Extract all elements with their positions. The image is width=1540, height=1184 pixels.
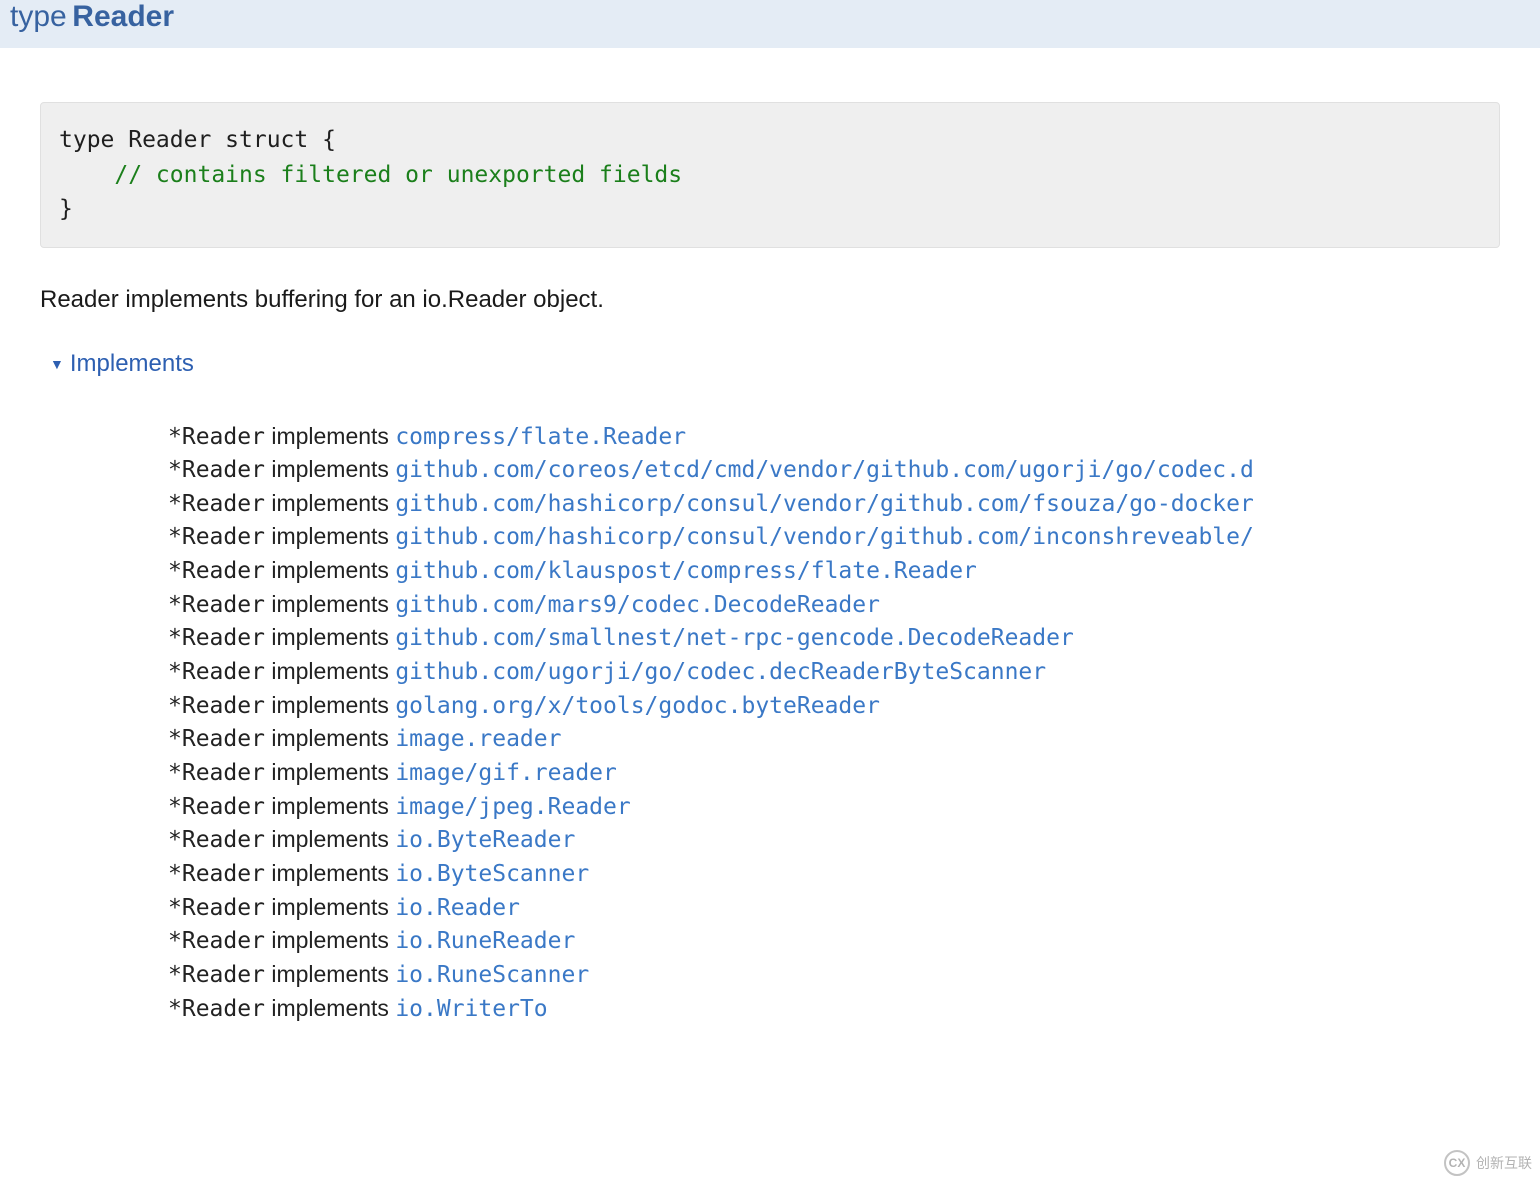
type-definition-code: type Reader struct { // contains filtere… [40,102,1500,248]
implements-row: *Reader implements github.com/hashicorp/… [168,487,1500,521]
implements-row: *Reader implements image.reader [168,722,1500,756]
interface-link[interactable]: image/jpeg.Reader [395,794,630,820]
implements-row: *Reader implements golang.org/x/tools/go… [168,689,1500,723]
star-type: *Reader [168,424,265,450]
type-keyword: type [10,0,67,33]
implements-keyword: implements [265,995,395,1021]
implements-keyword: implements [265,759,395,785]
implements-row: *Reader implements github.com/klauspost/… [168,554,1500,588]
code-line-1: type Reader struct { [59,127,336,153]
implements-keyword: implements [265,423,395,449]
interface-link[interactable]: image.reader [395,726,561,752]
interface-link[interactable]: compress/flate.Reader [395,424,686,450]
type-header: type Reader [0,0,1540,48]
type-description: Reader implements buffering for an io.Re… [40,286,1500,314]
interface-link[interactable]: github.com/hashicorp/consul/vendor/githu… [395,491,1254,517]
implements-row: *Reader implements io.ByteScanner [168,857,1500,891]
star-type: *Reader [168,962,265,988]
interface-link[interactable]: github.com/smallnest/net-rpc-gencode.Dec… [395,625,1074,651]
interface-link[interactable]: github.com/klauspost/compress/flate.Read… [395,558,977,584]
interface-link[interactable]: io.RuneScanner [395,962,589,988]
star-type: *Reader [168,693,265,719]
star-type: *Reader [168,625,265,651]
interface-link[interactable]: io.Reader [395,895,520,921]
implements-list: *Reader implements compress/flate.Reader… [40,420,1500,1026]
implements-row: *Reader implements github.com/smallnest/… [168,621,1500,655]
interface-link[interactable]: github.com/coreos/etcd/cmd/vendor/github… [395,457,1254,483]
interface-link[interactable]: image/gif.reader [395,760,617,786]
type-name[interactable]: Reader [72,0,174,33]
implements-keyword: implements [265,826,395,852]
implements-keyword: implements [265,692,395,718]
implements-row: *Reader implements io.ByteReader [168,823,1500,857]
star-type: *Reader [168,928,265,954]
star-type: *Reader [168,861,265,887]
star-type: *Reader [168,996,265,1022]
interface-link[interactable]: io.RuneReader [395,928,575,954]
implements-keyword: implements [265,490,395,516]
star-type: *Reader [168,726,265,752]
star-type: *Reader [168,592,265,618]
interface-link[interactable]: io.ByteScanner [395,861,589,887]
implements-row: *Reader implements compress/flate.Reader [168,420,1500,454]
implements-keyword: implements [265,927,395,953]
implements-keyword: implements [265,894,395,920]
interface-link[interactable]: golang.org/x/tools/godoc.byteReader [395,693,880,719]
implements-row: *Reader implements image/gif.reader [168,756,1500,790]
interface-link[interactable]: io.ByteReader [395,827,575,853]
star-type: *Reader [168,794,265,820]
star-type: *Reader [168,457,265,483]
implements-row: *Reader implements image/jpeg.Reader [168,790,1500,824]
implements-row: *Reader implements io.WriterTo [168,992,1500,1026]
code-comment: // contains filtered or unexported field… [59,162,682,188]
star-type: *Reader [168,558,265,584]
interface-link[interactable]: github.com/ugorji/go/codec.decReaderByte… [395,659,1046,685]
implements-row: *Reader implements github.com/mars9/code… [168,588,1500,622]
implements-row: *Reader implements io.Reader [168,891,1500,925]
watermark-logo: CX [1444,1150,1470,1176]
code-line-3: } [59,196,73,222]
star-type: *Reader [168,760,265,786]
implements-keyword: implements [265,557,395,583]
implements-keyword: implements [265,860,395,886]
implements-keyword: implements [265,725,395,751]
interface-link[interactable]: github.com/mars9/codec.DecodeReader [395,592,880,618]
star-type: *Reader [168,659,265,685]
watermark: CX 创新互联 [1444,1150,1532,1176]
implements-keyword: implements [265,591,395,617]
star-type: *Reader [168,895,265,921]
implements-keyword: implements [265,793,395,819]
implements-row: *Reader implements io.RuneReader [168,924,1500,958]
implements-keyword: implements [265,523,395,549]
implements-row: *Reader implements github.com/coreos/etc… [168,453,1500,487]
star-type: *Reader [168,827,265,853]
chevron-down-icon: ▼ [50,356,64,372]
implements-row: *Reader implements github.com/hashicorp/… [168,520,1500,554]
implements-label: Implements [70,350,194,378]
content: type Reader struct { // contains filtere… [0,102,1540,1025]
implements-keyword: implements [265,961,395,987]
interface-link[interactable]: github.com/hashicorp/consul/vendor/githu… [395,524,1254,550]
implements-toggle[interactable]: ▼ Implements [50,350,1500,378]
implements-row: *Reader implements github.com/ugorji/go/… [168,655,1500,689]
watermark-text: 创新互联 [1476,1153,1532,1173]
implements-keyword: implements [265,624,395,650]
star-type: *Reader [168,524,265,550]
star-type: *Reader [168,491,265,517]
implements-keyword: implements [265,456,395,482]
implements-keyword: implements [265,658,395,684]
interface-link[interactable]: io.WriterTo [395,996,547,1022]
implements-row: *Reader implements io.RuneScanner [168,958,1500,992]
